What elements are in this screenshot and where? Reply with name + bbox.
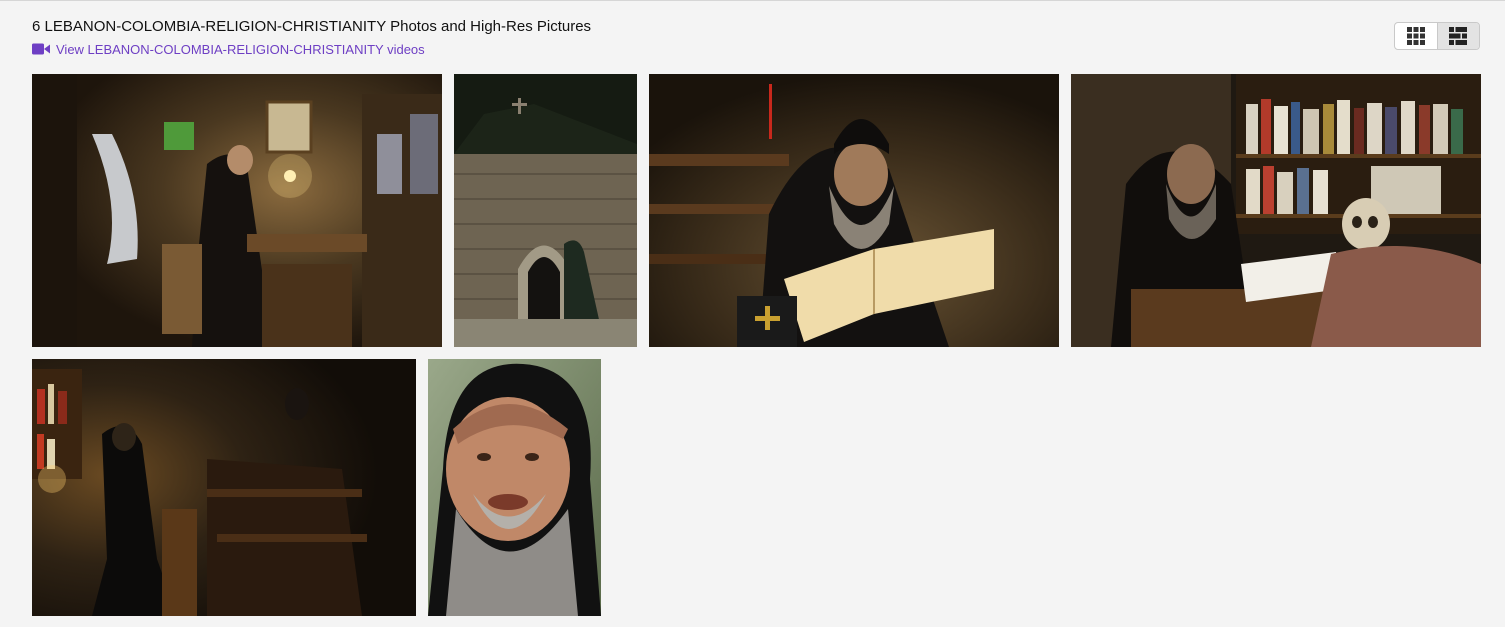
view-toggle bbox=[1394, 22, 1480, 50]
photo-thumbnail[interactable] bbox=[454, 74, 637, 347]
photo-thumbnail[interactable] bbox=[428, 359, 601, 616]
top-divider bbox=[0, 0, 1505, 1]
grid-view-button[interactable] bbox=[1395, 23, 1437, 49]
mosaic-icon bbox=[1449, 27, 1468, 45]
grid-icon bbox=[1406, 27, 1425, 45]
photo-thumbnail[interactable] bbox=[1071, 74, 1481, 347]
mosaic-view-button[interactable] bbox=[1436, 23, 1479, 49]
page-title: 6 LEBANON-COLOMBIA-RELIGION-CHRISTIANITY… bbox=[32, 18, 592, 35]
photo-thumbnail[interactable] bbox=[32, 359, 416, 616]
view-videos-link[interactable]: View LEBANON-COLOMBIA-RELIGION-CHRISTIAN… bbox=[32, 40, 425, 58]
view-videos-label: View LEBANON-COLOMBIA-RELIGION-CHRISTIAN… bbox=[56, 41, 425, 57]
photo-thumbnail[interactable] bbox=[32, 74, 442, 347]
photo-thumbnail[interactable] bbox=[649, 74, 1059, 347]
video-camera-icon bbox=[32, 43, 50, 55]
